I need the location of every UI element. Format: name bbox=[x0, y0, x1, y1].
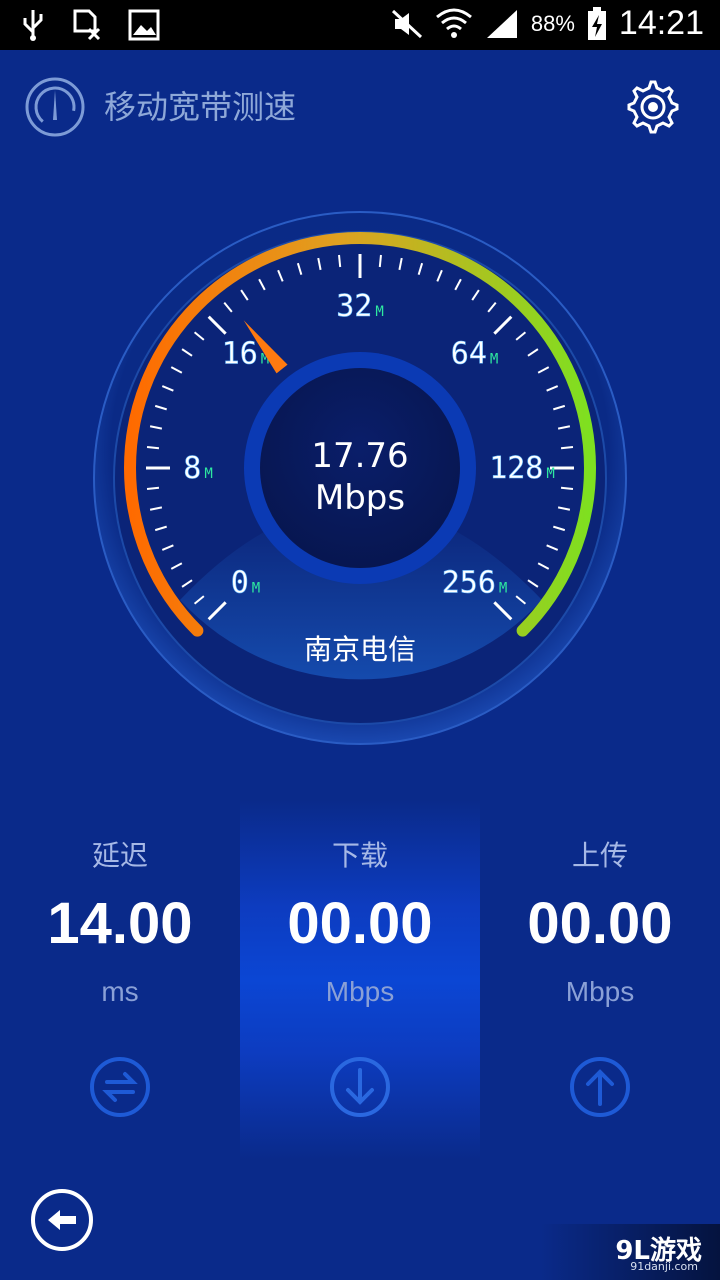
back-arrow-icon[interactable] bbox=[30, 1188, 94, 1252]
gauge-unit: M bbox=[490, 351, 498, 367]
speedometer-icon bbox=[25, 77, 85, 137]
speed-value: 17.76 bbox=[311, 436, 409, 476]
upload-label: 上传 bbox=[571, 839, 628, 872]
usb-icon bbox=[23, 10, 43, 41]
gauge-unit: M bbox=[252, 581, 260, 597]
isp-name: 南京电信 bbox=[303, 633, 416, 666]
download-label: 下载 bbox=[331, 839, 388, 872]
gauge-unit: M bbox=[499, 581, 507, 597]
minor-tick bbox=[146, 486, 160, 490]
minor-tick bbox=[560, 446, 574, 450]
app-bar: 移动宽带测速 bbox=[0, 50, 720, 160]
download-unit: Mbps bbox=[325, 976, 395, 1007]
speed-readout: 17.76 Mbps bbox=[260, 435, 460, 519]
minor-tick bbox=[146, 446, 160, 450]
stats-panel: 延迟 14.00 ms 下载 00.00 Mbps 上传 00.00 Mbps bbox=[0, 800, 720, 1160]
minor-tick bbox=[378, 254, 382, 268]
swap-arrows-icon bbox=[90, 1057, 150, 1117]
upload-column[interactable]: 上传 00.00 Mbps bbox=[480, 800, 720, 1160]
upload-arrow-icon bbox=[570, 1057, 630, 1117]
watermark-sub: 91danji.com bbox=[630, 1260, 698, 1273]
speed-unit: Mbps bbox=[314, 478, 406, 518]
mute-icon bbox=[391, 9, 422, 38]
download-arrow-icon bbox=[330, 1057, 390, 1117]
image-icon bbox=[128, 9, 160, 41]
watermark: 9L游戏 91danji.com bbox=[540, 1224, 720, 1280]
minor-tick bbox=[560, 486, 574, 490]
latency-value: 14.00 bbox=[47, 891, 193, 956]
latency-label: 延迟 bbox=[91, 839, 148, 872]
minor-tick bbox=[338, 254, 342, 268]
status-bar: 88% 14:21 bbox=[0, 0, 720, 50]
upload-value: 00.00 bbox=[527, 891, 673, 956]
battery-charging-icon bbox=[587, 6, 606, 40]
gauge-unit: M bbox=[375, 304, 383, 320]
clock: 14:21 bbox=[618, 4, 704, 42]
signal-icon bbox=[486, 9, 517, 38]
sim-off-icon bbox=[73, 9, 101, 41]
gear-icon[interactable] bbox=[622, 78, 680, 136]
download-column[interactable]: 下载 00.00 Mbps bbox=[240, 800, 480, 1160]
app-title: 移动宽带测速 bbox=[104, 88, 297, 126]
battery-percent: 88% bbox=[530, 10, 575, 36]
gauge-unit: M bbox=[204, 466, 212, 482]
upload-unit: Mbps bbox=[565, 976, 635, 1007]
wifi-icon bbox=[435, 8, 472, 38]
gauge-unit: M bbox=[546, 466, 554, 482]
latency-column[interactable]: 延迟 14.00 ms bbox=[0, 800, 240, 1160]
download-value: 00.00 bbox=[287, 891, 433, 956]
latency-unit: ms bbox=[101, 976, 139, 1007]
